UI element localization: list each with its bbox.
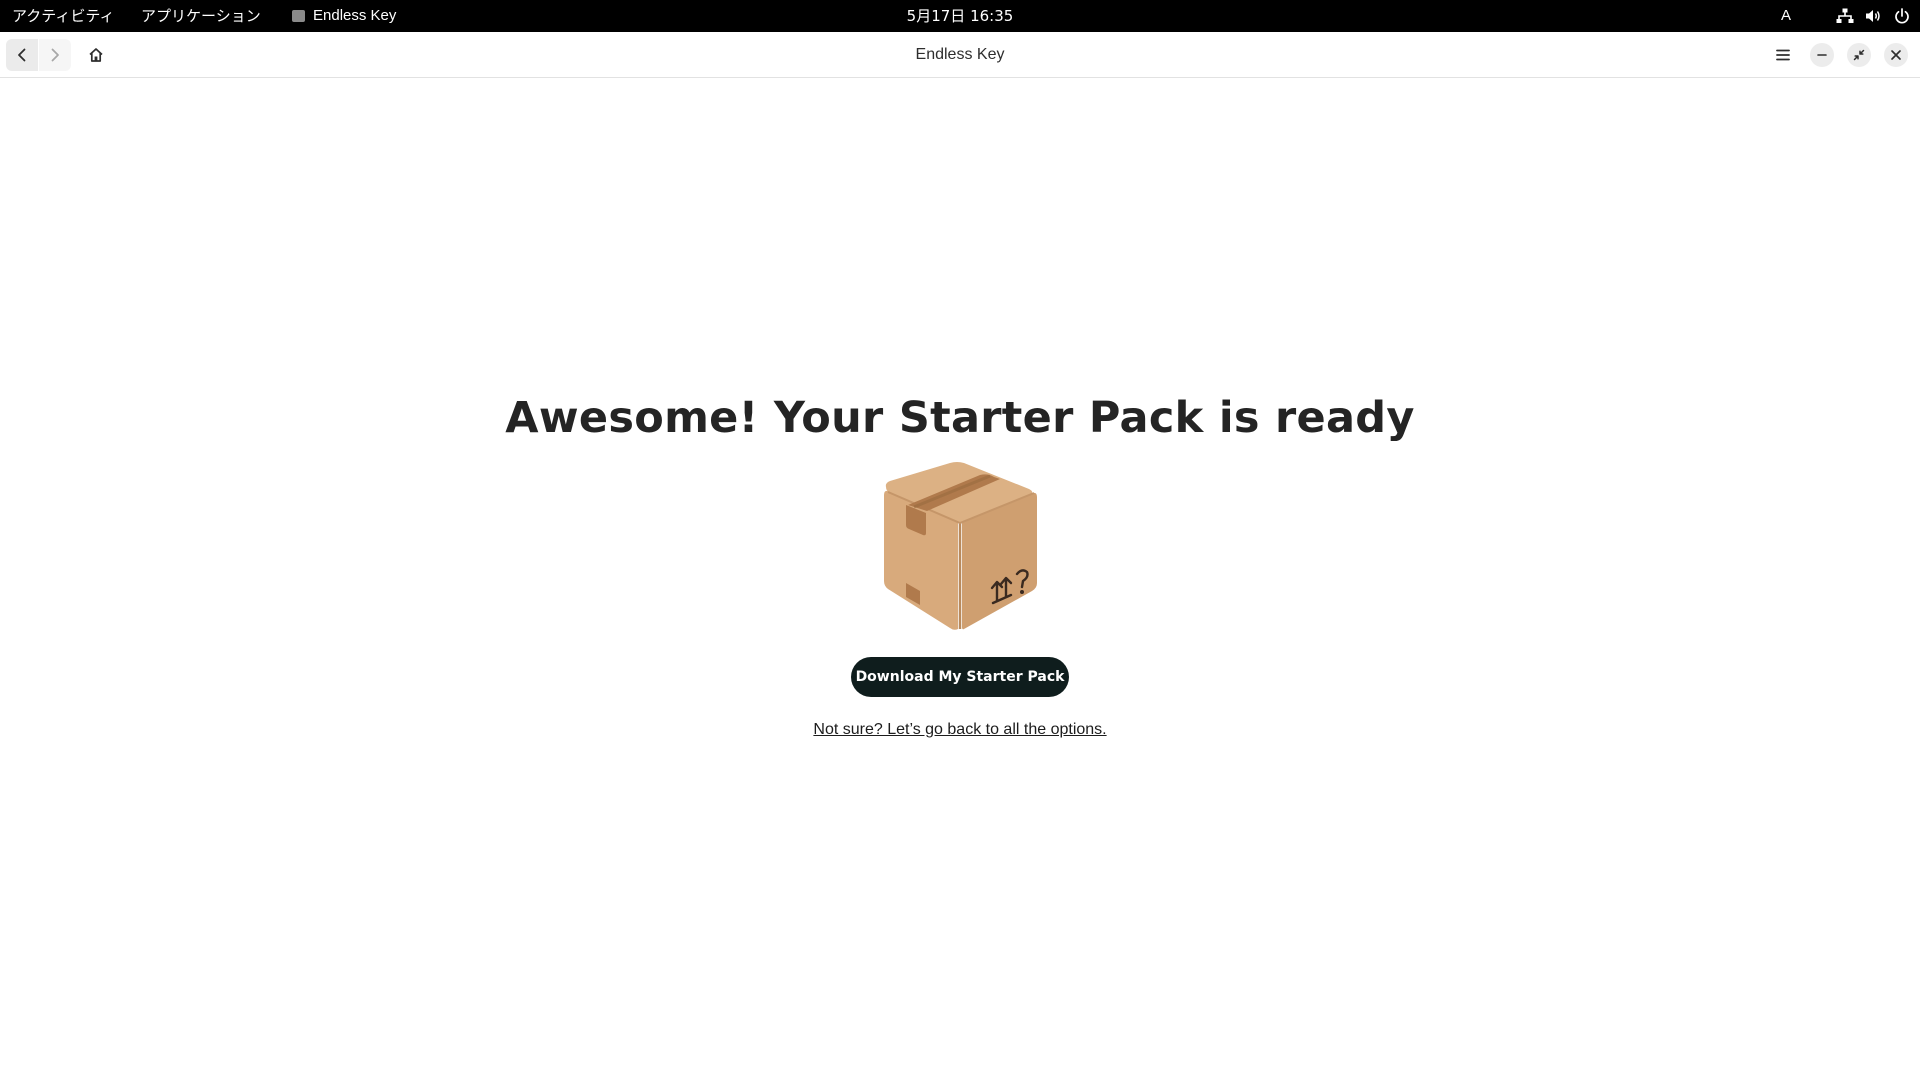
input-method-indicator[interactable]: A — [1781, 0, 1791, 32]
main-menu-button[interactable] — [1767, 39, 1799, 71]
minimize-button[interactable] — [1810, 43, 1834, 67]
app-icon — [292, 10, 305, 22]
restore-icon — [1853, 49, 1865, 61]
clock[interactable]: 5月17日 16:35 — [907, 7, 1014, 25]
back-to-options-link[interactable]: Not sure? Let’s go back to all the optio… — [813, 721, 1106, 738]
main-content: Awesome! Your Starter Pack is ready Down… — [0, 79, 1920, 1080]
forward-icon — [51, 48, 59, 62]
back-button[interactable] — [6, 39, 38, 71]
activities-button[interactable]: アクティビティ — [12, 0, 114, 32]
window-header-bar: Endless Key — [0, 32, 1920, 78]
back-icon — [18, 48, 26, 62]
home-button[interactable] — [80, 39, 112, 71]
close-button[interactable] — [1884, 43, 1908, 67]
close-icon — [1891, 50, 1901, 60]
minimize-icon — [1817, 54, 1827, 56]
clock-area: 5月17日 16:35 — [0, 0, 1920, 32]
window-title-area: Endless Key — [0, 32, 1920, 78]
restore-button[interactable] — [1847, 43, 1871, 67]
network-icon — [1836, 8, 1854, 24]
window-title: Endless Key — [915, 46, 1005, 63]
menu-icon — [1776, 49, 1790, 61]
power-icon — [1894, 8, 1910, 24]
back-link-area: Not sure? Let’s go back to all the optio… — [0, 721, 1920, 739]
system-top-bar: アクティビティ アプリケーション Endless Key 5月17日 16:35… — [0, 0, 1920, 32]
active-window-label: Endless Key — [313, 7, 397, 24]
page-title: Awesome! Your Starter Pack is ready — [505, 393, 1415, 443]
download-starter-pack-button[interactable]: Download My Starter Pack — [851, 657, 1069, 697]
system-status-menu[interactable] — [1836, 0, 1910, 32]
forward-button[interactable] — [39, 39, 71, 71]
volume-icon — [1865, 8, 1883, 24]
cardboard-box-icon — [880, 461, 1040, 633]
home-icon — [89, 48, 103, 62]
active-window-menu[interactable]: Endless Key — [292, 0, 396, 32]
applications-menu[interactable]: アプリケーション — [141, 0, 261, 32]
